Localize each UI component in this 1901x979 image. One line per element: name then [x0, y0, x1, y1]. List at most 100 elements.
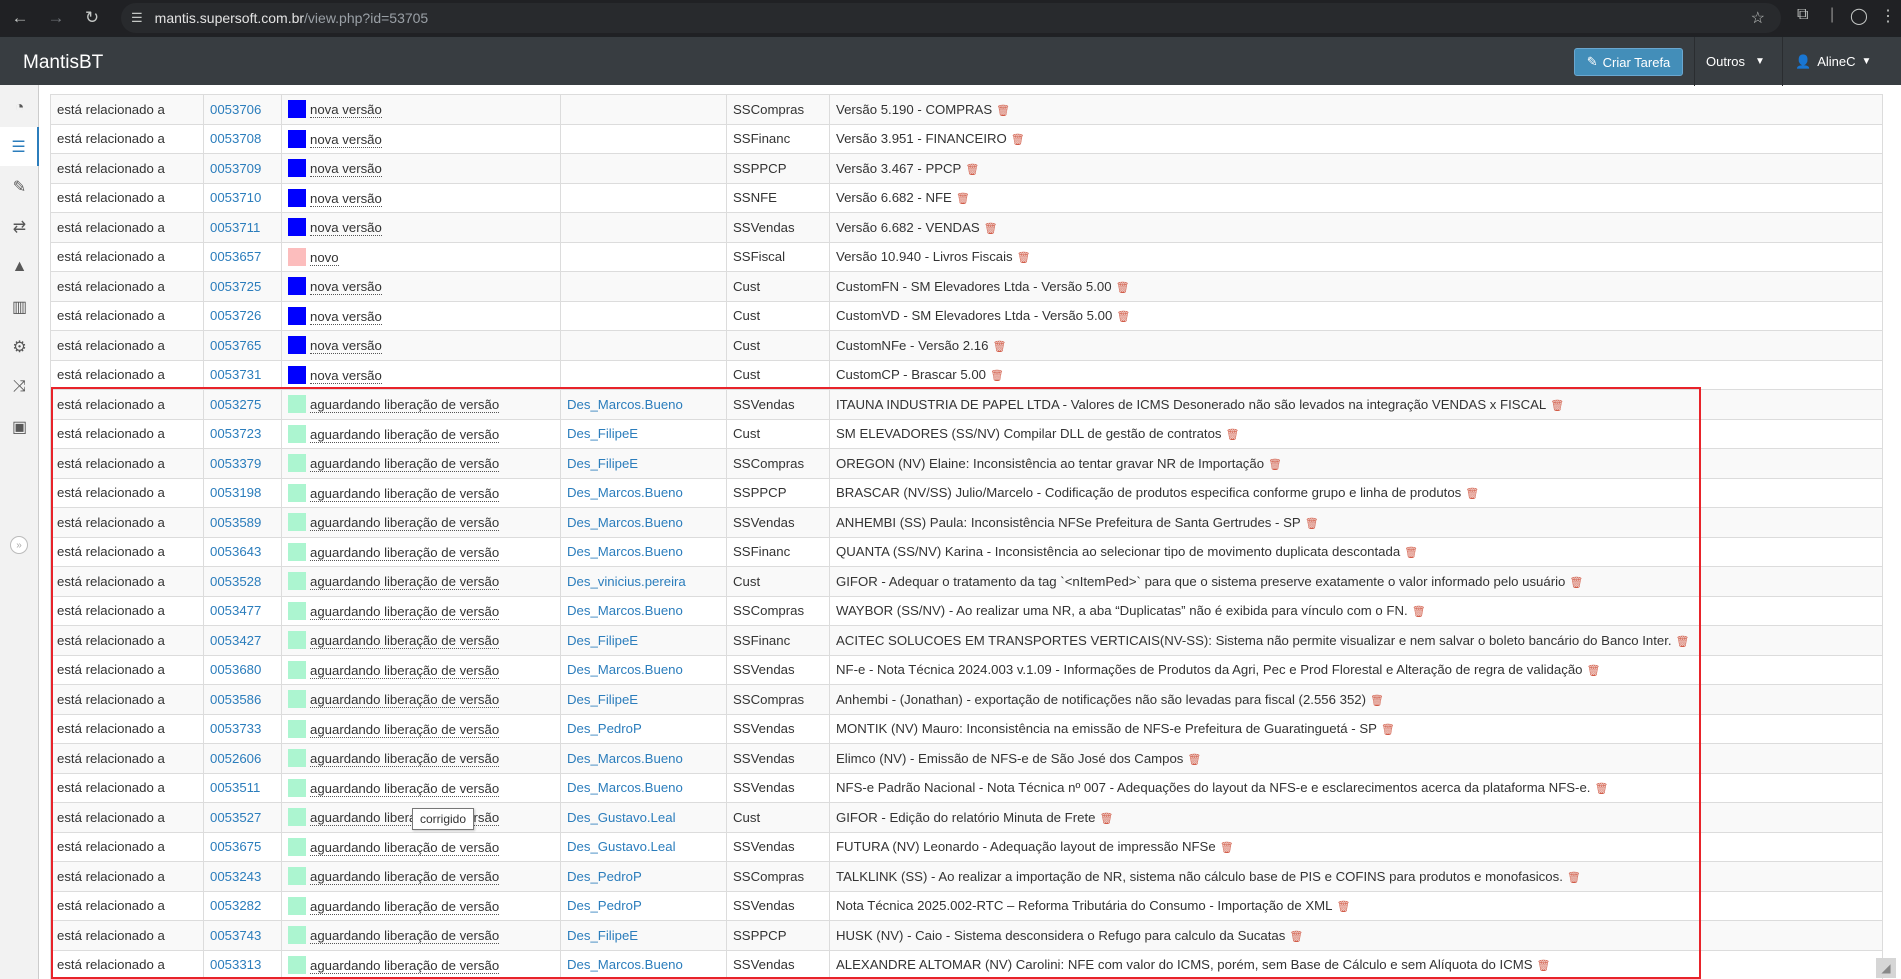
sidebar-collapse-icon[interactable]: »	[10, 536, 28, 554]
forward-icon[interactable]: →	[45, 7, 67, 29]
trash-icon[interactable]: 🗑	[1336, 901, 1350, 913]
handler-link[interactable]: Des_FilipeE	[567, 456, 638, 471]
issue-id-link[interactable]: 0053313	[210, 957, 261, 972]
status-label[interactable]: aguardando liberação de versão	[310, 692, 500, 709]
issue-id-link[interactable]: 0053765	[210, 338, 261, 353]
handler-link[interactable]: Des_PedroP	[567, 898, 642, 913]
issue-id-link[interactable]: 0053198	[210, 485, 261, 500]
status-label[interactable]: aguardando liberação de versão	[310, 869, 500, 886]
user-menu[interactable]: 👤 AlineC ▼	[1782, 37, 1901, 86]
status-label[interactable]: aguardando liberação de versão	[310, 574, 500, 591]
others-menu[interactable]: Outros ▼	[1694, 37, 1782, 86]
issue-id-link[interactable]: 0053477	[210, 603, 261, 618]
issue-id-link[interactable]: 0053275	[210, 397, 261, 412]
extensions-icon[interactable]: ⧉	[1797, 6, 1808, 24]
bookmark-star-icon[interactable]: ☆	[1751, 8, 1765, 28]
status-label[interactable]: aguardando liberação de versão	[310, 928, 500, 945]
profile-icon[interactable]: ◯	[1850, 6, 1868, 26]
issue-id-link[interactable]: 0053706	[210, 102, 261, 117]
trash-icon[interactable]: 🗑	[1412, 606, 1426, 618]
status-label[interactable]: aguardando liberação de versão	[310, 751, 500, 768]
scroll-corner[interactable]: ◢	[1876, 958, 1896, 978]
status-label[interactable]: nova versão	[310, 279, 382, 296]
status-label[interactable]: aguardando liberação de versão	[310, 603, 500, 620]
trash-icon[interactable]: 🗑	[1220, 842, 1234, 854]
trash-icon[interactable]: 🗑	[984, 223, 998, 235]
status-label[interactable]: nova versão	[310, 190, 382, 207]
trash-icon[interactable]: 🗑	[992, 341, 1006, 353]
status-label[interactable]: aguardando liberação de versão	[310, 633, 500, 650]
handler-link[interactable]: Des_Marcos.Bueno	[567, 662, 683, 677]
status-label[interactable]: nova versão	[310, 131, 382, 148]
handler-link[interactable]: Des_Gustavo.Leal	[567, 810, 676, 825]
handler-link[interactable]: Des_Marcos.Bueno	[567, 603, 683, 618]
status-label[interactable]: novo	[310, 249, 339, 266]
status-label[interactable]: nova versão	[310, 220, 382, 237]
issue-id-link[interactable]: 0053528	[210, 574, 261, 589]
trash-icon[interactable]: 🗑	[1370, 695, 1384, 707]
back-icon[interactable]: ←	[9, 7, 31, 29]
issue-id-link[interactable]: 0053743	[210, 928, 261, 943]
view-issues-icon[interactable]: ☰	[0, 127, 39, 166]
handler-link[interactable]: Des_Marcos.Bueno	[567, 780, 683, 795]
issue-id-link[interactable]: 0053643	[210, 544, 261, 559]
status-label[interactable]: aguardando liberação de versão	[310, 721, 500, 738]
address-bar[interactable]: ☰ mantis.supersoft.com.br/view.php?id=53…	[121, 3, 1781, 33]
trash-icon[interactable]: 🗑	[1226, 429, 1240, 441]
issue-id-link[interactable]: 0053527	[210, 810, 261, 825]
menu-kebab-icon[interactable]: ⋮	[1880, 6, 1896, 26]
trash-icon[interactable]: 🗑	[1099, 813, 1113, 825]
issue-id-link[interactable]: 0053725	[210, 279, 261, 294]
brand-logo[interactable]: MantisBT	[23, 52, 103, 74]
trash-icon[interactable]: 🗑	[956, 193, 970, 205]
handler-link[interactable]: Des_Marcos.Bueno	[567, 544, 683, 559]
trash-icon[interactable]: 🗑	[1187, 754, 1201, 766]
reload-icon[interactable]: ↻	[81, 7, 103, 29]
handler-link[interactable]: Des_vinicius.pereira	[567, 574, 686, 589]
trash-icon[interactable]: 🗑	[1116, 282, 1130, 294]
status-label[interactable]: aguardando liberação de versão	[310, 426, 500, 443]
trash-icon[interactable]: 🗑	[1567, 872, 1581, 884]
issue-id-link[interactable]: 0052606	[210, 751, 261, 766]
trash-icon[interactable]: 🗑	[1116, 311, 1130, 323]
changelog-icon[interactable]: ⇄	[0, 207, 39, 246]
issue-id-link[interactable]: 0053427	[210, 633, 261, 648]
handler-link[interactable]: Des_Marcos.Bueno	[567, 397, 683, 412]
status-label[interactable]: nova versão	[310, 308, 382, 325]
status-label[interactable]: aguardando liberação de versão	[310, 662, 500, 679]
handler-link[interactable]: Des_Marcos.Bueno	[567, 751, 683, 766]
trash-icon[interactable]: 🗑	[965, 164, 979, 176]
trash-icon[interactable]: 🗑	[1268, 459, 1282, 471]
trash-icon[interactable]: 🗑	[1586, 665, 1600, 677]
trash-icon[interactable]: 🗑	[1569, 577, 1583, 589]
board-icon[interactable]: ▣	[0, 407, 39, 446]
trash-icon[interactable]: 🗑	[1381, 724, 1395, 736]
status-label[interactable]: aguardando liberação de versão	[310, 898, 500, 915]
trash-icon[interactable]: 🗑	[1537, 960, 1551, 972]
handler-link[interactable]: Des_Marcos.Bueno	[567, 485, 683, 500]
issue-id-link[interactable]: 0053675	[210, 839, 261, 854]
status-label[interactable]: aguardando liberação de versão	[310, 485, 500, 502]
issue-id-link[interactable]: 0053586	[210, 692, 261, 707]
issue-id-link[interactable]: 0053282	[210, 898, 261, 913]
trash-icon[interactable]: 🗑	[1011, 134, 1025, 146]
status-label[interactable]: aguardando liberação de versão	[310, 839, 500, 856]
trash-icon[interactable]: 🗑	[996, 105, 1010, 117]
issue-id-link[interactable]: 0053709	[210, 161, 261, 176]
trash-icon[interactable]: 🗑	[1465, 488, 1479, 500]
trash-icon[interactable]: 🗑	[1550, 400, 1564, 412]
issue-id-link[interactable]: 0053733	[210, 721, 261, 736]
status-label[interactable]: aguardando liberação de versão	[310, 397, 500, 414]
issue-id-link[interactable]: 0053726	[210, 308, 261, 323]
trash-icon[interactable]: 🗑	[1289, 931, 1303, 943]
issue-id-link[interactable]: 0053723	[210, 426, 261, 441]
issue-id-link[interactable]: 0053243	[210, 869, 261, 884]
handler-link[interactable]: Des_PedroP	[567, 721, 642, 736]
issue-id-link[interactable]: 0053731	[210, 367, 261, 382]
issue-id-link[interactable]: 0053680	[210, 662, 261, 677]
site-info-icon[interactable]: ☰	[131, 10, 143, 26]
status-label[interactable]: nova versão	[310, 367, 382, 384]
status-label[interactable]: aguardando liberação de versão	[310, 780, 500, 797]
manage-gears-icon[interactable]: ⚙	[0, 327, 39, 366]
issue-id-link[interactable]: 0053708	[210, 131, 261, 146]
